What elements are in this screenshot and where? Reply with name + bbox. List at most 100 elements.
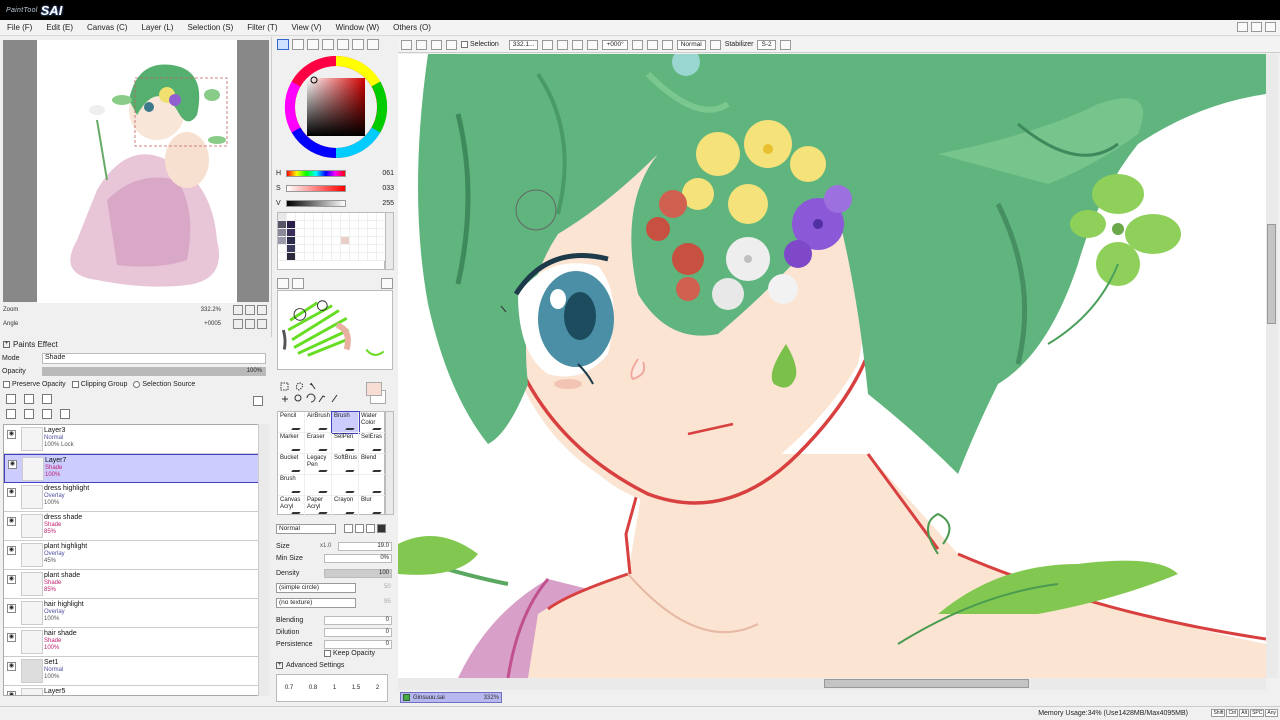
selection-visible-checkbox[interactable]: Selection — [461, 41, 499, 48]
color-swatch[interactable] — [359, 229, 368, 237]
layer-row[interactable]: ◉ dress highlight Overlay 100% — [4, 483, 268, 512]
color-swatch[interactable] — [368, 221, 377, 229]
brush-tool[interactable] — [359, 475, 386, 496]
size-preset[interactable]: 0.7 — [285, 685, 293, 691]
menu-edit[interactable]: Edit (E) — [39, 23, 80, 32]
color-swatch[interactable] — [341, 237, 350, 245]
menu-selection[interactable]: Selection (S) — [180, 23, 240, 32]
tip-shape-hard-icon[interactable] — [366, 524, 375, 533]
hide-selection-icon[interactable] — [431, 39, 442, 50]
color-swatch[interactable] — [296, 221, 305, 229]
color-swatch[interactable] — [332, 253, 341, 261]
size-slider[interactable]: 19.0 — [338, 541, 392, 551]
saturation-slider[interactable] — [286, 184, 346, 192]
color-mix-toggle[interactable] — [322, 39, 334, 50]
color-swatch[interactable] — [296, 237, 305, 245]
scratchpad-toggle[interactable] — [352, 39, 364, 50]
color-swatch[interactable] — [332, 213, 341, 221]
brush-tool[interactable]: Legacy Pen — [305, 454, 332, 475]
new-linework-layer-icon[interactable] — [24, 394, 34, 404]
swatches-scrollbar[interactable] — [385, 212, 394, 270]
color-swatch[interactable] — [323, 213, 332, 221]
flip-icon[interactable] — [661, 39, 673, 50]
color-swatch[interactable] — [359, 245, 368, 253]
color-swatch[interactable] — [278, 253, 287, 261]
stabilizer-select[interactable]: S-2 — [757, 39, 776, 50]
color-swatch[interactable] — [368, 229, 377, 237]
menu-window[interactable]: Window (W) — [329, 23, 387, 32]
restore-button[interactable] — [1251, 22, 1262, 32]
color-swatch[interactable] — [332, 245, 341, 253]
tip-shape-soft-icon[interactable] — [344, 524, 353, 533]
menu-filter[interactable]: Filter (T) — [240, 23, 284, 32]
color-swatch[interactable] — [350, 245, 359, 253]
color-swatch[interactable] — [278, 237, 287, 245]
brush-tool[interactable]: Canvas Acryl — [278, 496, 305, 517]
color-swatch[interactable] — [359, 213, 368, 221]
color-swatch[interactable] — [341, 221, 350, 229]
color-swatch[interactable] — [341, 245, 350, 253]
color-swatch[interactable] — [341, 253, 350, 261]
brush-tool[interactable]: Pencil — [278, 412, 305, 433]
scratchpad-clear-button[interactable] — [277, 278, 289, 289]
color-swatch[interactable] — [278, 213, 287, 221]
eye-icon[interactable]: ◉ — [7, 430, 16, 439]
color-swatch[interactable] — [323, 245, 332, 253]
eye-icon[interactable]: ◉ — [7, 517, 16, 526]
vertical-scroll-thumb[interactable] — [1267, 224, 1276, 324]
color-swatch[interactable] — [305, 253, 314, 261]
foreground-color[interactable] — [366, 382, 382, 396]
rotate-left-button[interactable] — [233, 319, 243, 329]
color-swatch[interactable] — [368, 213, 377, 221]
close-button[interactable] — [1265, 22, 1276, 32]
preserve-opacity-checkbox[interactable]: Preserve Opacity — [3, 381, 66, 388]
new-layer-icon[interactable] — [6, 394, 16, 404]
menu-file[interactable]: File (F) — [0, 23, 39, 32]
color-swatch[interactable] — [323, 229, 332, 237]
color-swatch[interactable] — [314, 253, 323, 261]
brush-tool[interactable]: AirBrush — [305, 412, 332, 433]
delete-layer-icon[interactable] — [60, 409, 70, 419]
tip-shape-square-icon[interactable] — [377, 524, 386, 533]
mode-select[interactable]: Shade — [42, 353, 266, 364]
color-wheel[interactable] — [282, 53, 390, 161]
rgb-slider-toggle[interactable] — [292, 39, 304, 50]
color-swatch[interactable] — [350, 237, 359, 245]
color-swatch[interactable] — [305, 221, 314, 229]
menu-others[interactable]: Others (O) — [386, 23, 438, 32]
brush-grid-scrollbar[interactable] — [385, 411, 394, 515]
color-swatch[interactable] — [350, 221, 359, 229]
color-swatch[interactable] — [314, 229, 323, 237]
color-swatch[interactable] — [350, 213, 359, 221]
value-slider[interactable] — [286, 199, 346, 207]
eye-icon[interactable]: ◉ — [8, 460, 17, 469]
document-tab[interactable]: Ginsuuu.sai 332% — [400, 692, 502, 703]
canvas-zoom-field[interactable]: 332.1... — [508, 39, 539, 50]
canvas-blend-field[interactable]: Normal — [676, 39, 706, 50]
canvas-angle-field[interactable]: +000° — [602, 39, 628, 50]
color-swatch[interactable] — [305, 237, 314, 245]
brush-tool[interactable] — [332, 475, 359, 496]
menu-canvas[interactable]: Canvas (C) — [80, 23, 134, 32]
color-swatch[interactable] — [305, 245, 314, 253]
brush-tool[interactable]: SoftBrus — [332, 454, 359, 475]
size-preset[interactable]: 0.8 — [309, 685, 317, 691]
color-swatch[interactable] — [314, 245, 323, 253]
horizontal-scroll-thumb[interactable] — [824, 679, 1029, 688]
zoom-in-icon[interactable] — [557, 39, 569, 50]
brush-shape-select[interactable]: (simple circle) — [276, 583, 356, 593]
rotate-cw-icon[interactable] — [646, 39, 658, 50]
zoom-in-button[interactable] — [245, 305, 255, 315]
color-settings-toggle[interactable] — [367, 39, 379, 50]
tip-shape-mid-icon[interactable] — [355, 524, 364, 533]
size-preset[interactable]: 1.5 — [352, 685, 360, 691]
rotate-reset-button[interactable] — [257, 319, 267, 329]
swatches-toggle[interactable] — [337, 39, 349, 50]
scratchpad-canvas[interactable] — [277, 290, 393, 370]
color-swatch[interactable] — [296, 253, 305, 261]
size-preset[interactable]: 1 — [333, 685, 336, 691]
new-folder-icon[interactable] — [42, 394, 52, 404]
menu-layer[interactable]: Layer (L) — [134, 23, 180, 32]
color-swatch[interactable] — [359, 253, 368, 261]
eye-icon[interactable]: ◉ — [7, 488, 16, 497]
